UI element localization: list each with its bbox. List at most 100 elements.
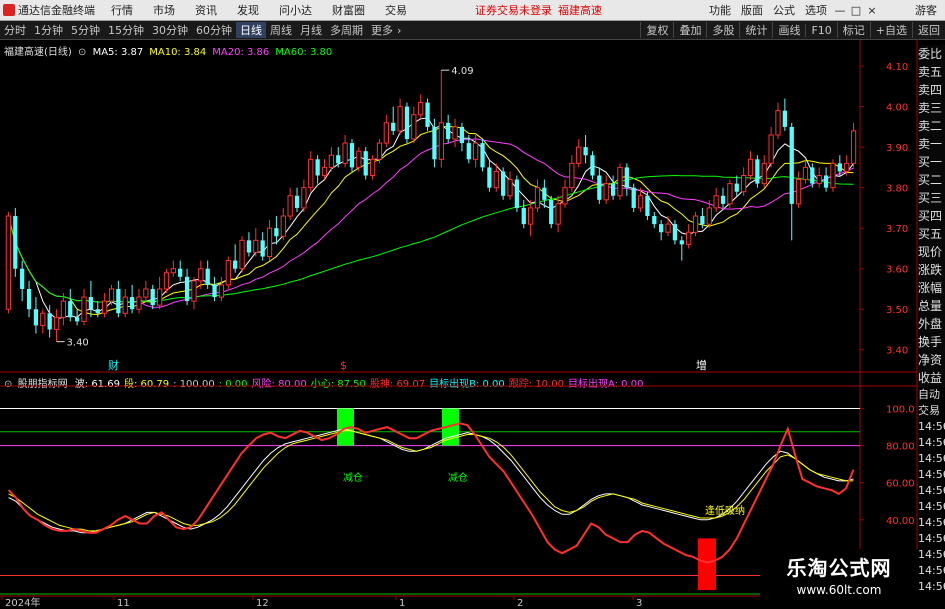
side-label-0[interactable]: 委比 — [918, 45, 945, 63]
candle-body-118 — [816, 175, 822, 185]
more-chevron-icon[interactable]: › — [397, 24, 401, 37]
tool-button-5[interactable]: F10 — [805, 23, 836, 37]
side-label-16[interactable]: 换手 — [918, 333, 945, 351]
side-label-18[interactable]: 收益 — [918, 369, 945, 387]
candle-body-43 — [301, 187, 307, 209]
tool-button-4[interactable]: 画线 — [772, 22, 805, 38]
guest-user[interactable]: 游客 — [910, 2, 945, 18]
candle-body-90 — [624, 167, 629, 188]
candle-body-50 — [349, 143, 355, 168]
side-time-2: 14:56 — [918, 420, 945, 433]
tool-button-7[interactable]: +自选 — [869, 22, 912, 38]
x-label-5: 3 — [636, 598, 642, 609]
candle-body-22 — [156, 288, 163, 306]
side-label-2[interactable]: 卖四 — [918, 81, 945, 99]
tool-button-8[interactable]: 返回 — [912, 22, 945, 38]
indicator-dropdown-icon[interactable]: ⊙ — [4, 379, 12, 390]
side-label-3[interactable]: 卖三 — [918, 99, 945, 117]
ind-tick-label-1: 80.00 — [886, 442, 915, 453]
side-label-5[interactable]: 卖一 — [918, 135, 945, 153]
tool-button-3[interactable]: 统计 — [739, 22, 772, 38]
tab-period-2[interactable]: 5分钟 — [67, 22, 104, 38]
side-label-12[interactable]: 涨跌 — [918, 261, 945, 279]
candle-body-63 — [438, 122, 444, 160]
tab-period-10[interactable]: 更多 — [367, 22, 397, 38]
menu-item-caifuquan[interactable]: 财富圈 — [322, 2, 375, 18]
indicator-value-6: 股神: 69.07 — [369, 379, 426, 390]
candle-body-103 — [713, 195, 719, 209]
side-label-9[interactable]: 买四 — [918, 207, 945, 225]
stock-chart[interactable]: 减仓 减仓逢低吸纳 4.10 4.00 3.90 3.80 3.70 3.60 3.50 3.4… — [0, 0, 945, 609]
side-label-6[interactable]: 买一 — [918, 153, 945, 171]
menu-item-banmian[interactable]: 版面 — [736, 2, 768, 18]
side-label-10[interactable]: 买五 — [918, 225, 945, 243]
side-label-1[interactable]: 卖五 — [918, 63, 945, 81]
candle-body-6 — [47, 313, 52, 330]
tab-period-5[interactable]: 60分钟 — [192, 22, 236, 38]
candle-body-97 — [672, 224, 678, 241]
ma-lines — [7, 117, 854, 320]
side-label-17[interactable]: 净资 — [918, 351, 945, 369]
menu-item-gongshi[interactable]: 公式 — [768, 2, 800, 18]
candle-body-11 — [81, 296, 87, 322]
candle-body-24 — [170, 268, 176, 274]
tab-period-3[interactable]: 15分钟 — [104, 22, 148, 38]
minimize-icon[interactable]: — — [832, 4, 848, 17]
tab-period-1[interactable]: 1分钟 — [30, 22, 67, 38]
ma-legend-3: MA60: 3.80 — [275, 47, 333, 58]
tool-button-2[interactable]: 多股 — [706, 22, 739, 38]
indicator-value-5: 小心: 87.50 — [310, 379, 366, 390]
candle-body-106 — [734, 183, 739, 192]
side-label-8[interactable]: 买三 — [918, 189, 945, 207]
ma-legend-2: MA20: 3.86 — [212, 47, 270, 58]
indicator-value-0: 波: 61.69 — [74, 379, 120, 390]
menu-item-hangqing[interactable]: 行情 — [101, 2, 143, 18]
side-time-9: 14:56 — [918, 532, 945, 545]
candle-body-19 — [136, 296, 142, 310]
indicator-line-2 — [7, 422, 855, 564]
candle-body-18 — [129, 297, 135, 310]
side-label-14[interactable]: 总量 — [918, 297, 945, 315]
candle-body-33 — [233, 260, 238, 269]
candle-body-39 — [274, 228, 279, 237]
ind-tick-label-0: 100.0 — [886, 405, 915, 416]
side-time-10: 14:56 — [918, 548, 945, 561]
side-label-4[interactable]: 卖二 — [918, 117, 945, 135]
menu-item-gongneng[interactable]: 功能 — [704, 2, 736, 18]
candle-body-89 — [617, 166, 623, 197]
menu-item-wenxiaoda[interactable]: 问小达 — [269, 2, 322, 18]
tool-button-6[interactable]: 标记 — [836, 22, 870, 38]
menu-item-xuanxiang[interactable]: 选项 — [800, 2, 832, 18]
menu-item-zixun[interactable]: 资讯 — [185, 2, 227, 18]
maximize-icon[interactable]: □ — [848, 4, 864, 17]
side-label-13[interactable]: 涨幅 — [918, 279, 945, 297]
trade-login-notice[interactable]: 证券交易未登录 — [475, 2, 552, 18]
candle-body-41 — [287, 195, 293, 217]
tool-button-0[interactable]: 复权 — [640, 22, 673, 38]
tab-period-9[interactable]: 多周期 — [326, 22, 367, 38]
tab-period-8[interactable]: 月线 — [296, 22, 326, 38]
price-tick-label-3: 3.80 — [886, 184, 908, 195]
side-label-15[interactable]: 外盘 — [918, 315, 945, 333]
side-label-7[interactable]: 买二 — [918, 171, 945, 189]
side-time-3: 14:56 — [918, 436, 945, 449]
tool-button-1[interactable]: 叠加 — [673, 22, 706, 38]
candle-body-34 — [239, 239, 245, 270]
tab-period-4[interactable]: 30分钟 — [148, 22, 192, 38]
tab-period-6[interactable]: 日线 — [236, 22, 266, 38]
close-icon[interactable]: × — [864, 4, 880, 17]
legend-dropdown-icon[interactable]: ⊙ — [78, 47, 86, 58]
candle-body-52 — [363, 151, 368, 176]
candle-body-110 — [761, 162, 767, 185]
tab-period-7[interactable]: 周线 — [266, 22, 296, 38]
menu-item-faxian[interactable]: 发现 — [227, 2, 269, 18]
menu-item-shichang[interactable]: 市场 — [143, 2, 185, 18]
candle-body-95 — [659, 224, 664, 233]
tab-period-0[interactable]: 分时 — [0, 22, 30, 38]
side-label-11[interactable]: 现价 — [918, 243, 945, 261]
app-logo: 通达信金融终端 — [0, 2, 101, 18]
candle-body-30 — [212, 284, 217, 298]
candle-body-7 — [53, 316, 60, 330]
candle-body-51 — [356, 150, 362, 168]
menu-item-jiaoyi[interactable]: 交易 — [375, 2, 417, 18]
